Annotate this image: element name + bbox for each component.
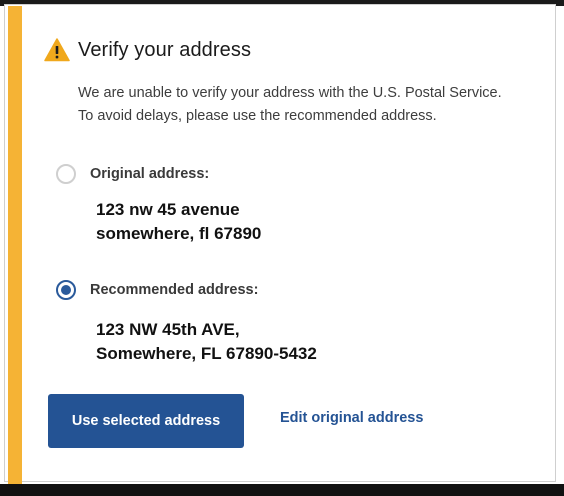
- original-address-text: 123 nw 45 avenue somewhere, fl 67890: [96, 198, 261, 246]
- recommended-address-line1: 123 NW 45th AVE,: [96, 320, 240, 339]
- original-address-line1: 123 nw 45 avenue: [96, 200, 240, 219]
- alert-message: We are unable to verify your address wit…: [78, 85, 502, 124]
- original-address-label: Original address:: [90, 166, 210, 182]
- original-address-line2: somewhere, fl 67890: [96, 224, 262, 243]
- original-address-radio[interactable]: [56, 164, 76, 184]
- recommended-address-label: Recommended address:: [90, 282, 259, 298]
- alert-heading-row: Verify your address: [44, 38, 251, 62]
- recommended-address-line2: Somewhere, FL 67890-5432: [96, 344, 317, 363]
- window-bottom-edge: [0, 484, 564, 496]
- alert-accent-bar: [8, 6, 22, 484]
- use-selected-address-button[interactable]: Use selected address: [48, 394, 244, 448]
- warning-icon: [44, 38, 70, 62]
- recommended-address-radio[interactable]: [56, 280, 76, 300]
- recommended-address-option[interactable]: Recommended address:: [56, 280, 258, 300]
- recommended-address-text: 123 NW 45th AVE, Somewhere, FL 67890-543…: [96, 318, 317, 366]
- original-address-option[interactable]: Original address:: [56, 164, 209, 184]
- alert-heading: Verify your address: [78, 38, 252, 61]
- edit-original-address-button[interactable]: Edit original address: [280, 410, 423, 426]
